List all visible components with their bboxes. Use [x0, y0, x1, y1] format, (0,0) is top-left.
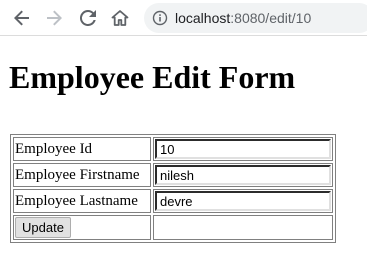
url-host: localhost	[175, 10, 231, 26]
employee-firstname-field[interactable]	[155, 165, 331, 185]
address-bar[interactable]: localhost:8080/edit/10	[144, 3, 367, 33]
page-title: Employee Edit Form	[9, 59, 296, 95]
submit-cell: Update	[13, 215, 151, 240]
url-path: :8080/edit/10	[230, 10, 312, 26]
home-button[interactable]	[108, 6, 132, 30]
page-content: Employee Edit Form Employee Id Employee …	[0, 36, 367, 271]
forward-button[interactable]	[42, 6, 66, 30]
forward-arrow-icon	[46, 10, 62, 26]
table-row: Employee Lastname	[13, 189, 333, 213]
url-text: localhost:8080/edit/10	[175, 10, 311, 26]
employee-lastname-label: Employee Lastname	[13, 189, 151, 213]
empty-cell	[153, 215, 333, 240]
employee-id-field[interactable]	[155, 139, 331, 159]
employee-id-label: Employee Id	[13, 137, 151, 161]
browser-toolbar: localhost:8080/edit/10	[0, 0, 367, 36]
reload-button[interactable]	[76, 6, 100, 30]
table-row: Update	[13, 215, 333, 240]
reload-icon	[80, 10, 96, 26]
employee-edit-table: Employee Id Employee Firstname Employee …	[10, 134, 336, 243]
back-arrow-icon	[14, 10, 30, 26]
update-button[interactable]: Update	[15, 217, 71, 238]
back-button[interactable]	[10, 6, 34, 30]
table-row: Employee Id	[13, 137, 333, 161]
employee-firstname-label: Employee Firstname	[13, 163, 151, 187]
home-icon	[111, 9, 129, 27]
employee-firstname-cell	[153, 163, 333, 187]
employee-lastname-cell	[153, 189, 333, 213]
employee-lastname-field[interactable]	[155, 191, 331, 211]
info-icon[interactable]	[152, 10, 168, 26]
table-row: Employee Firstname	[13, 163, 333, 187]
employee-id-cell	[153, 137, 333, 161]
